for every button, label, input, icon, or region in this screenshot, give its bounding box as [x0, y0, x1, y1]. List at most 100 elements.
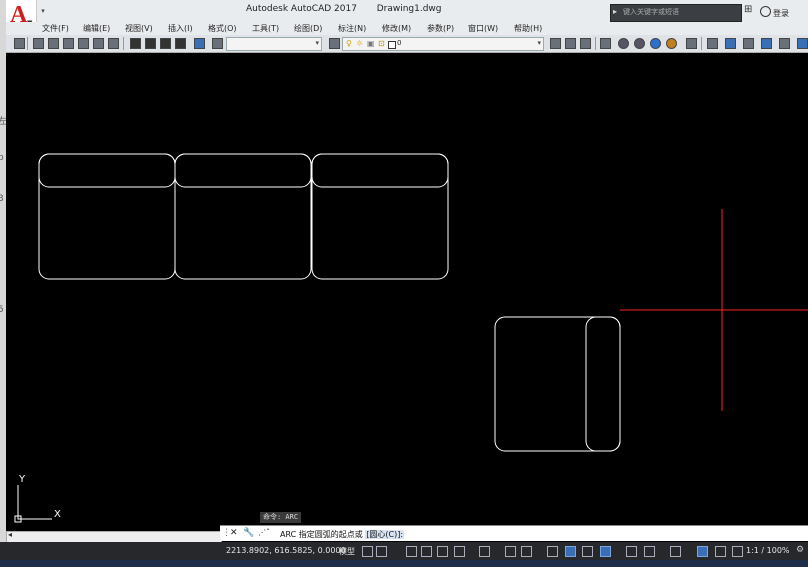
document-title: Drawing1.dwg	[376, 4, 442, 14]
shade-sphere-icon[interactable]	[618, 38, 629, 49]
make-current-icon[interactable]	[550, 38, 561, 49]
view-tool-icon[interactable]	[130, 38, 141, 49]
workspace-icon[interactable]	[14, 38, 25, 49]
auto-scale-icon[interactable]	[715, 546, 726, 557]
command-prompt-text: ARC 指定圆弧的起点或 [圆心(C)]:	[280, 529, 405, 540]
lock-icon: ⊡	[378, 39, 385, 48]
object-snap-tracking-icon[interactable]	[505, 546, 516, 557]
sofa-seat-outline	[174, 153, 312, 280]
chevron-down-icon: ▾	[315, 39, 319, 47]
coordinate-readout[interactable]: 2213.8902, 616.5825, 0.0000	[226, 546, 346, 555]
layer-properties-icon[interactable]	[329, 38, 340, 49]
menu-format[interactable]: 格式(O)	[208, 23, 237, 34]
view-tool-icon[interactable]	[145, 38, 156, 49]
lineweight-icon[interactable]	[547, 546, 558, 557]
sun-icon: ☼	[356, 39, 364, 48]
visual-style-manager-icon[interactable]	[686, 38, 697, 49]
layer-dropdown[interactable]: ♀ ☼ ▣ ⊡ 0 ▾	[342, 37, 544, 51]
ucs-axis-icon	[14, 485, 52, 523]
menu-dimension[interactable]: 标注(N)	[338, 23, 366, 34]
layer-tool-icon[interactable]	[63, 38, 74, 49]
ucs-icon[interactable]	[797, 38, 808, 49]
user-icon	[760, 6, 771, 17]
ucs-icon[interactable]	[743, 38, 754, 49]
menu-tools[interactable]: 工具(T)	[252, 23, 279, 34]
command-prompt-icon: ⋰ˇ	[258, 528, 270, 537]
toolbar-separator	[27, 37, 28, 50]
snap-icon[interactable]	[376, 546, 387, 557]
viewport-freeze-icon: ▣	[367, 39, 375, 48]
render-tool-icon[interactable]	[194, 38, 205, 49]
ucs-icon[interactable]	[761, 38, 772, 49]
command-line[interactable]: ⋮ ✕ 🔧 ⋰ˇ ARC 指定圆弧的起点或 [圆心(C)]:	[220, 525, 808, 541]
menu-edit[interactable]: 编辑(E)	[83, 23, 110, 34]
layer-tool-icon[interactable]	[78, 38, 89, 49]
menu-help[interactable]: 帮助(H)	[514, 23, 542, 34]
annotation-visibility-icon[interactable]	[697, 546, 708, 557]
menu-bar: 文件(F) 编辑(E) 视图(V) 插入(I) 格式(O) 工具(T) 绘图(D…	[6, 22, 808, 35]
dynamic-ucs-icon[interactable]	[626, 546, 637, 557]
login-button[interactable]: 登录	[760, 6, 789, 19]
search-input[interactable]	[623, 6, 737, 18]
layer-tool-icon[interactable]	[33, 38, 44, 49]
layer-tool-icon[interactable]	[93, 38, 104, 49]
annotation-scale-readout[interactable]: 1:1 / 100%	[746, 546, 790, 555]
menu-insert[interactable]: 插入(I)	[168, 23, 193, 34]
menu-parametric[interactable]: 参数(P)	[427, 23, 454, 34]
shade-sphere-icon[interactable]	[634, 38, 645, 49]
dynamic-input-icon[interactable]	[421, 546, 432, 557]
layer-previous-icon[interactable]	[565, 38, 576, 49]
search-expand-icon[interactable]: ▸	[613, 7, 617, 16]
sofa-seat-outline	[311, 153, 449, 280]
model-tab[interactable]: 模型	[339, 546, 355, 557]
sofa-back-cushion	[174, 153, 312, 188]
lightbulb-icon: ♀	[346, 39, 352, 48]
layer-color-swatch-icon	[388, 41, 396, 49]
match-layer-icon[interactable]	[212, 38, 223, 49]
3d-osnap-icon[interactable]	[600, 546, 611, 557]
infer-constraints-icon[interactable]	[406, 546, 417, 557]
annotation-scale-icon[interactable]	[732, 546, 743, 557]
menu-draw[interactable]: 绘图(D)	[294, 23, 322, 34]
scroll-left-icon[interactable]: ◂	[8, 530, 12, 539]
menu-file[interactable]: 文件(F)	[42, 23, 69, 34]
drawing-canvas[interactable]: Y X	[6, 53, 808, 529]
visual-style-icon[interactable]	[600, 38, 611, 49]
ucs-icon[interactable]	[779, 38, 790, 49]
ucs-x-label: X	[54, 509, 61, 520]
armchair-back-cushion	[585, 316, 621, 452]
close-icon[interactable]: ✕	[230, 528, 238, 538]
crosshair-cursor	[620, 209, 808, 411]
view-tool-icon[interactable]	[175, 38, 186, 49]
login-label: 登录	[773, 9, 789, 18]
layer-tool-icon[interactable]	[580, 38, 591, 49]
layer-tool-icon[interactable]	[108, 38, 119, 49]
layer-tool-icon[interactable]	[48, 38, 59, 49]
shade-sphere-icon[interactable]	[666, 38, 677, 49]
transparency-icon[interactable]	[565, 546, 576, 557]
shade-sphere-icon[interactable]	[650, 38, 661, 49]
settings-gear-icon[interactable]: ⚙	[796, 545, 804, 555]
quick-access-dropdown-icon[interactable]: ▾	[38, 5, 48, 17]
window-title: Autodesk AutoCAD 2017 Drawing1.dwg	[246, 4, 442, 14]
sofa-back-cushion	[38, 153, 176, 188]
layer-state-dropdown[interactable]: ▾	[226, 37, 322, 51]
polar-tracking-icon[interactable]	[454, 546, 465, 557]
ucs-icon[interactable]	[707, 38, 718, 49]
object-snap-icon[interactable]	[521, 546, 532, 557]
isodraft-icon[interactable]	[479, 546, 490, 557]
wrench-icon[interactable]: 🔧	[243, 528, 254, 538]
ucs-y-label: Y	[18, 474, 26, 485]
selection-filter-icon[interactable]	[644, 546, 655, 557]
gizmo-icon[interactable]	[670, 546, 681, 557]
ucs-icon[interactable]	[725, 38, 736, 49]
menu-window[interactable]: 窗口(W)	[468, 23, 498, 34]
grid-icon[interactable]	[362, 546, 373, 557]
menu-view[interactable]: 视图(V)	[125, 23, 153, 34]
binoculars-search-icon[interactable]: ⊞	[744, 4, 752, 15]
view-tool-icon[interactable]	[160, 38, 171, 49]
command-option[interactable]: [圆心(C)]:	[365, 530, 405, 539]
selection-cycling-icon[interactable]	[582, 546, 593, 557]
ortho-icon[interactable]	[437, 546, 448, 557]
menu-modify[interactable]: 修改(M)	[382, 23, 411, 34]
